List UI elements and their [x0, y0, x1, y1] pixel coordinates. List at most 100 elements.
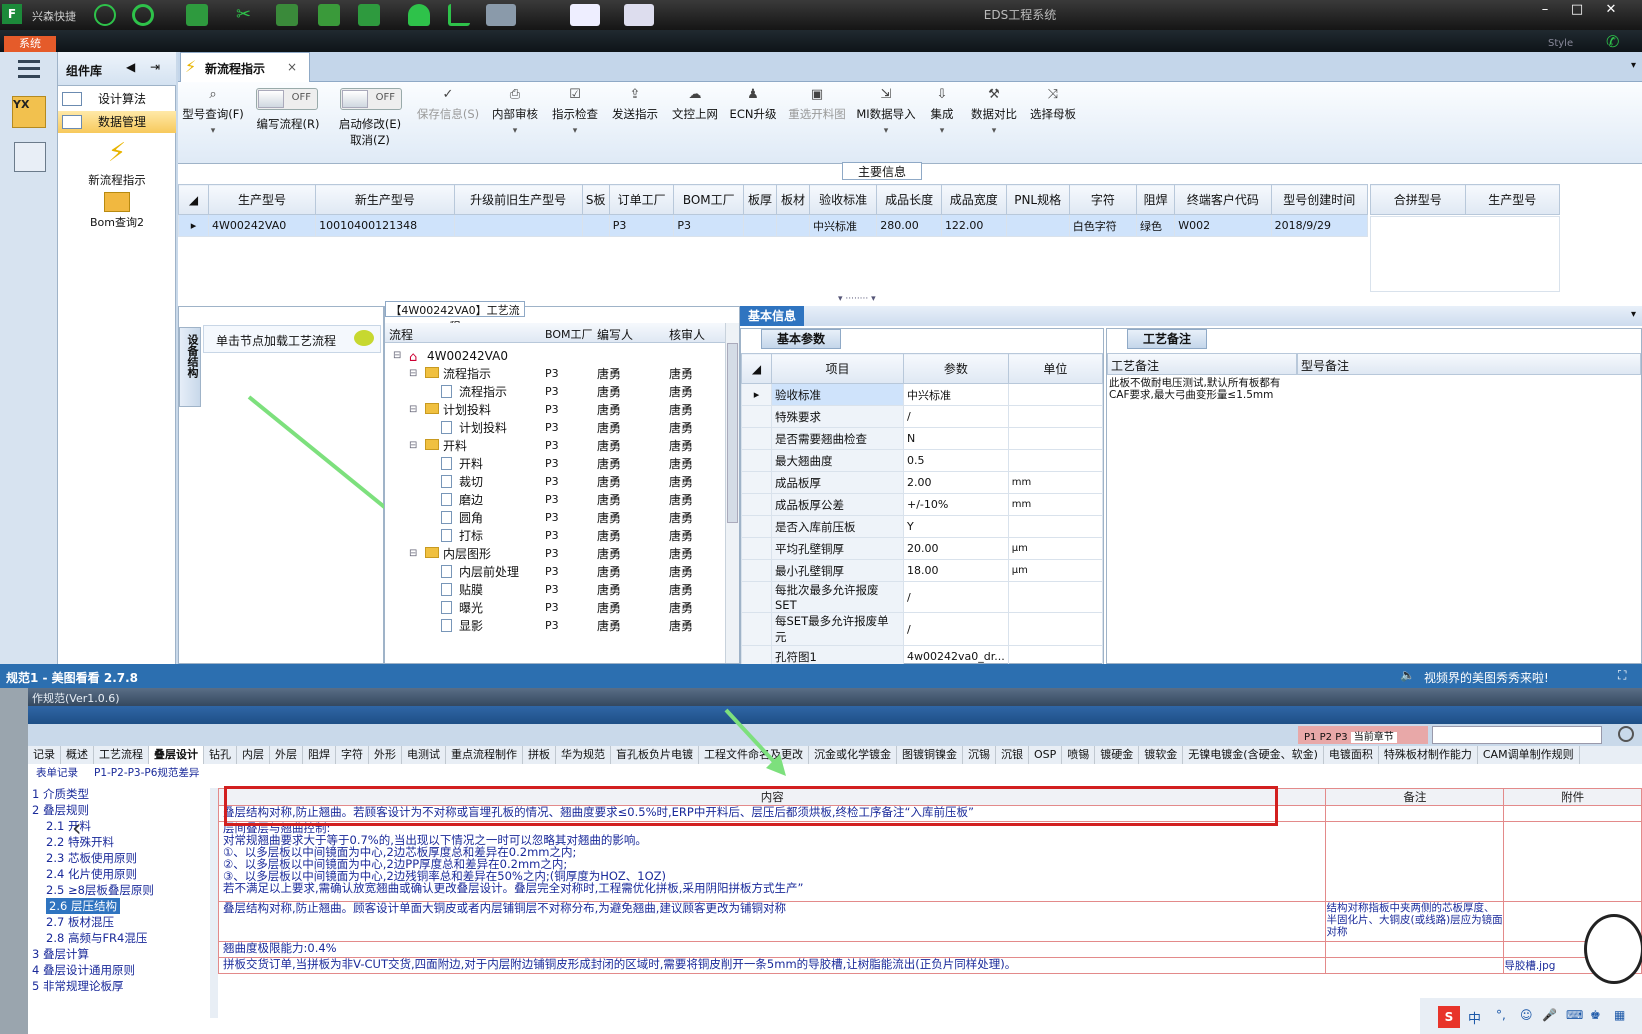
tab-process-notes[interactable]: 工艺备注 — [1127, 329, 1207, 349]
tab-basic-params[interactable]: 基本参数 — [761, 329, 841, 349]
comp-item-design-algorithm[interactable]: 设计算法 — [58, 88, 176, 110]
close-tab-icon[interactable]: × — [287, 60, 297, 74]
sogou-ime-icon[interactable]: S — [1438, 1006, 1460, 1028]
start-modify-button[interactable]: OFF 启动修改(E) 取消(Z) — [330, 86, 410, 156]
tree-row[interactable]: 流程指示 P3 唐勇 唐勇 — [385, 383, 725, 401]
tree-row[interactable]: 裁切 P3 唐勇 唐勇 — [385, 473, 725, 491]
viewer-promo[interactable]: 视频界的美图秀秀来啦! — [1424, 669, 1549, 686]
column-header[interactable]: 生产型号 — [1464, 184, 1560, 215]
param-value[interactable]: / — [903, 581, 1009, 613]
copy-icon[interactable] — [318, 4, 340, 26]
table-row[interactable]: 最小孔壁铜厚 18.00 μm — [741, 559, 1104, 582]
tab-menu-icon[interactable]: ▾ — [1631, 60, 1636, 71]
chapter-item[interactable]: 2.5 ≥8层板叠层原则 — [46, 882, 154, 898]
tree-row[interactable]: 曝光 P3 唐勇 唐勇 — [385, 599, 725, 617]
reselect-cutting-button[interactable]: ▣ 重选开料图 — [782, 86, 852, 156]
menu-icon[interactable] — [18, 60, 40, 78]
doc-tab[interactable]: 喷锡 — [1062, 746, 1096, 764]
doc-tab[interactable]: 工艺流程 — [94, 746, 149, 764]
chapter-item[interactable]: 1 介质类型 — [32, 786, 89, 802]
doc-tab[interactable]: 重点流程制作 — [446, 746, 523, 764]
column-header[interactable]: 板厚 — [743, 184, 778, 215]
doc-tab[interactable]: 内层 — [237, 746, 270, 764]
doc-tab[interactable]: 镀软金 — [1139, 746, 1184, 764]
skin-icon[interactable]: ♚ — [1590, 1008, 1601, 1022]
column-header[interactable]: BOM工厂 — [673, 184, 745, 215]
column-header[interactable]: 阻焊 — [1136, 184, 1176, 215]
doc-tab[interactable]: 电镀面积 — [1324, 746, 1379, 764]
table-icon[interactable] — [186, 4, 208, 26]
close-icon[interactable]: ✕ — [1600, 2, 1622, 18]
maximize-icon[interactable]: □ — [1566, 2, 1588, 18]
doc-tab[interactable]: 外形 — [369, 746, 402, 764]
column-header[interactable]: 升级前旧生产型号 — [453, 184, 583, 215]
table-row[interactable]: 层间叠层与翘曲控制: 对常规翘曲要求大于等于0.7%的,当出现以下情况之一时可以… — [217, 821, 1642, 902]
tree-row[interactable]: 开料 P3 唐勇 唐勇 — [385, 455, 725, 473]
instruction-check-button[interactable]: ☑ 指示检查 ▾ — [546, 86, 604, 156]
grid-icon[interactable]: ▦ — [1614, 1008, 1625, 1022]
tree-row[interactable]: ⊟ ⌂ 4W00242VA0 — [385, 347, 725, 365]
table-cell[interactable]: 4W00242VA0 — [207, 214, 317, 237]
table-cell[interactable]: 10010400121348 — [315, 214, 455, 237]
chapter-select[interactable]: 当前章节 — [1350, 732, 1397, 743]
doc-tab[interactable]: 华为规范 — [556, 746, 611, 764]
panel-menu-icon[interactable]: ▾ — [1631, 309, 1636, 320]
table-cell[interactable] — [1005, 214, 1070, 237]
column-header[interactable]: 生产型号 — [207, 184, 317, 215]
doc-tab[interactable]: 阻焊 — [303, 746, 336, 764]
column-header[interactable]: 成品宽度 — [940, 184, 1007, 215]
doc-tab[interactable]: 沉金或化学镀金 — [809, 746, 897, 764]
doc-tab[interactable]: 沉银 — [996, 746, 1029, 764]
chapter-item[interactable]: 4 叠层设计通用原则 — [32, 962, 135, 978]
table-row[interactable]: ▸ 验收标准 中兴标准 — [741, 383, 1104, 406]
expander-icon[interactable]: ⊟ — [409, 401, 417, 419]
table-row[interactable]: ▸ 4W00242VA0 10010400121348 P3 P3 中兴标准 280.00 1… — [178, 214, 1369, 237]
app-bom-query[interactable]: Bom查询2 — [58, 190, 176, 240]
integrate-button[interactable]: ⇩ 集成 ▾ — [920, 86, 964, 156]
table-cell[interactable]: P3 — [608, 214, 675, 237]
window-icon[interactable] — [624, 4, 654, 26]
dropdown-icon[interactable] — [486, 4, 516, 26]
internal-review-button[interactable]: ⎙ 内部审核 ▾ — [486, 86, 544, 156]
tab-device-structure[interactable]: 设备结构 — [179, 327, 201, 407]
punct-icon[interactable]: °, — [1496, 1008, 1506, 1022]
data-compare-button[interactable]: ⚒ 数据对比 ▾ — [966, 86, 1022, 156]
param-value[interactable]: 0.5 — [903, 449, 1009, 472]
doc-tab[interactable]: 镀硬金 — [1095, 746, 1140, 764]
doc-tab[interactable]: OSP — [1029, 746, 1063, 764]
table-cell[interactable]: 绿色 — [1136, 214, 1176, 237]
ecn-upgrade-button[interactable]: ♟ ECN升级 — [726, 86, 780, 156]
table-cell[interactable]: 白色字符 — [1068, 214, 1138, 237]
column-header[interactable]: 字符 — [1068, 184, 1138, 215]
doc-tab[interactable]: 图镀铜镍金 — [897, 746, 963, 764]
doc-tab[interactable]: 外层 — [270, 746, 303, 764]
attach-cell[interactable] — [1503, 805, 1642, 822]
search-icon[interactable] — [1618, 726, 1634, 742]
attach-cell[interactable] — [1503, 821, 1642, 902]
load-process-hint[interactable]: 单击节点加载工艺流程 — [203, 325, 381, 353]
column-header[interactable]: 单位 — [1007, 353, 1104, 384]
column-header[interactable]: 验收标准 — [809, 184, 878, 215]
doc-tab[interactable]: CAM调单制作规则 — [1478, 746, 1580, 764]
chart-icon[interactable] — [448, 4, 470, 26]
comp-item-data-management[interactable]: 数据管理 — [58, 111, 176, 133]
tree-scrollbar[interactable] — [725, 323, 739, 663]
tree-row[interactable]: 内层前处理 P3 唐勇 唐勇 — [385, 563, 725, 581]
process-note-text[interactable]: 此板不做耐电压测试,默认所有板都有CAF要求,最大弓曲变形量≤1.5mm — [1109, 377, 1289, 401]
ime-mode[interactable]: 中 — [1468, 1008, 1481, 1027]
table-cell[interactable]: P3 — [673, 214, 745, 237]
chapter-item[interactable]: 5 非常规理论板厚 — [32, 978, 123, 994]
filter-p1[interactable]: P1 — [1304, 732, 1316, 743]
column-header[interactable]: 终端客户代码 — [1174, 184, 1272, 215]
chapter-item[interactable]: 2.7 板材混压 — [46, 914, 114, 930]
expander-icon[interactable]: ⊟ — [409, 545, 417, 563]
table-row[interactable]: 平均孔壁铜厚 20.00 μm — [741, 537, 1104, 560]
param-value[interactable]: 18.00 — [903, 559, 1009, 582]
filter-p2[interactable]: P2 — [1320, 732, 1332, 743]
param-value[interactable]: N — [903, 427, 1009, 450]
doc-tab[interactable]: 钻孔 — [204, 746, 237, 764]
tree-row[interactable]: ⊟ 计划投料 P3 唐勇 唐勇 — [385, 401, 725, 419]
doc-subtab[interactable]: P1-P2-P3-P6规范差异 — [86, 764, 207, 781]
send-instruction-button[interactable]: ⇪ 发送指示 — [606, 86, 664, 156]
doc-tab[interactable]: 无镍电镀金(含硬金、软金) — [1183, 746, 1324, 764]
